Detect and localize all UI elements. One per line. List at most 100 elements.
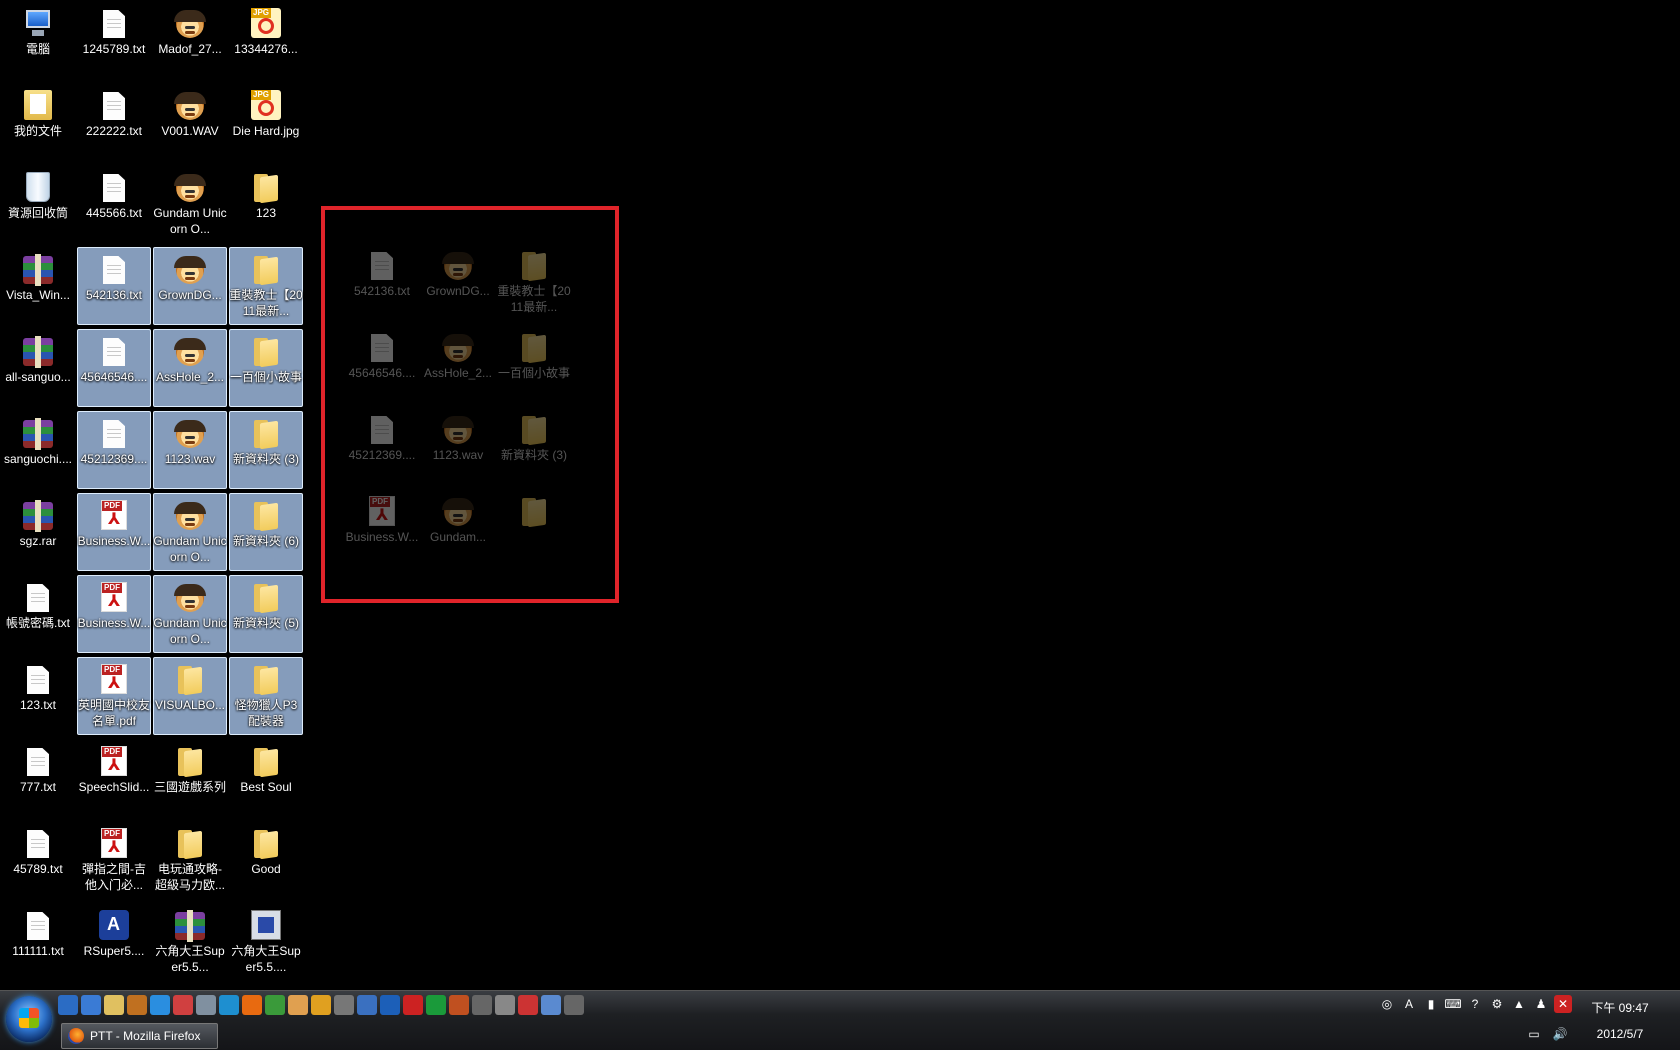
desktop-icon[interactable]: 13344276... — [229, 1, 303, 79]
help-icon[interactable]: ? — [1466, 995, 1484, 1013]
desktop-icon[interactable]: SpeechSlid... — [77, 739, 151, 817]
media-icon[interactable] — [173, 995, 193, 1015]
desktop-icon[interactable]: 英明國中校友名單.pdf — [77, 657, 151, 735]
start-button[interactable] — [6, 996, 52, 1042]
desktop-icon[interactable]: sanguochi.... — [1, 411, 75, 489]
game-icon[interactable] — [127, 995, 147, 1015]
desktop-icon[interactable]: 123 — [229, 165, 303, 243]
desktop-icon[interactable]: 重裝教士【2011最新... — [229, 247, 303, 325]
desktop-icon[interactable]: Good — [229, 821, 303, 899]
desktop-icon[interactable]: 45212369.... — [77, 411, 151, 489]
desktop-icon[interactable]: 電腦 — [1, 1, 75, 79]
desktop-icon[interactable]: Die Hard.jpg — [229, 83, 303, 161]
desktop-icon[interactable]: 777.txt — [1, 739, 75, 817]
desktop-icon[interactable]: 新資料夾 (3) — [229, 411, 303, 489]
desktop-icon[interactable]: 45789.txt — [1, 821, 75, 899]
desktop-icon[interactable]: 222222.txt — [77, 83, 151, 161]
desktop-icon[interactable]: 我的文件 — [1, 83, 75, 161]
font-a-icon[interactable]: A — [1400, 995, 1418, 1013]
desktop-icon[interactable]: 資源回收筒 — [1, 165, 75, 243]
expand-icon[interactable]: ▲ — [1510, 995, 1528, 1013]
desktop-icon[interactable]: 111111.txt — [1, 903, 75, 981]
desktop-icon[interactable]: 三國遊戲系列 — [153, 739, 227, 817]
ie-icon[interactable] — [219, 995, 239, 1015]
file-icon[interactable] — [541, 995, 561, 1015]
ghost-icon[interactable] — [495, 995, 515, 1015]
user-icon[interactable]: ♟ — [1532, 995, 1550, 1013]
chrome-icon[interactable] — [265, 995, 285, 1015]
wav-file-icon — [174, 10, 206, 38]
desktop-icon[interactable]: Vista_Win... — [1, 247, 75, 325]
folder-file-icon — [176, 746, 204, 776]
folder-file-icon — [252, 418, 280, 448]
h-icon[interactable] — [426, 995, 446, 1015]
desktop-icon[interactable]: Business.W... — [77, 575, 151, 653]
keyboard-icon[interactable]: ⌨ — [1444, 995, 1462, 1013]
desktop-icon[interactable]: 123.txt — [1, 657, 75, 735]
txt-file-icon — [371, 334, 393, 362]
desktop-icon[interactable]: Business.W... — [77, 493, 151, 571]
desktop-icon[interactable]: Gundam Unicorn O... — [153, 165, 227, 243]
clock[interactable]: 下午 09:47 2012/5/7 — [1570, 995, 1670, 1047]
lang-icon[interactable]: ◎ — [1378, 995, 1396, 1013]
drag-selection-highlight: 542136.txt GrownDG... 重裝教士【2011最新... 456465… — [321, 206, 619, 603]
disc-icon[interactable] — [196, 995, 216, 1015]
network-icon[interactable] — [472, 995, 492, 1015]
notepad-icon[interactable] — [81, 995, 101, 1015]
desktop-icon[interactable]: Madof_27... — [153, 1, 227, 79]
desktop-icon[interactable]: 彈指之間-吉他入门必... — [77, 821, 151, 899]
chat-icon[interactable] — [357, 995, 377, 1015]
desktop-icon[interactable]: 1123.wav — [153, 411, 227, 489]
desktop-icon[interactable]: VISUALBO... — [153, 657, 227, 735]
firefox-icon[interactable] — [242, 995, 262, 1015]
desktop-icon-label: 45646546.... — [348, 366, 416, 380]
desktop-icon[interactable]: 六角大王Super5.5... — [153, 903, 227, 981]
txt-file-icon — [103, 338, 125, 366]
desktop-icon[interactable]: 1245789.txt — [77, 1, 151, 79]
desktop-icon[interactable]: GrownDG... — [153, 247, 227, 325]
settings-icon[interactable] — [564, 995, 584, 1015]
windows-logo-icon — [19, 1008, 39, 1028]
filezilla-icon[interactable] — [403, 995, 423, 1015]
taskbar-window-button[interactable]: PTT - Mozilla Firefox — [61, 1023, 218, 1049]
network-icon[interactable]: ▭ — [1525, 1025, 1543, 1043]
folder-file-icon — [520, 496, 548, 526]
volume-icon[interactable]: 🔊 — [1551, 1025, 1569, 1043]
show-desktop-icon[interactable] — [58, 995, 78, 1015]
options-icon[interactable]: ⚙ — [1488, 995, 1506, 1013]
desktop-icon[interactable]: 45646546.... — [77, 329, 151, 407]
download-icon[interactable] — [380, 995, 400, 1015]
desktop-icon[interactable]: 帳號密碼.txt — [1, 575, 75, 653]
player-icon[interactable] — [311, 995, 331, 1015]
desktop-icon-label: 45212369.... — [348, 448, 416, 462]
movie-icon[interactable] — [334, 995, 354, 1015]
documents-icon[interactable] — [104, 995, 124, 1015]
panel-icon[interactable]: ▮ — [1422, 995, 1440, 1013]
desktop-icon[interactable]: 新資料夾 (5) — [229, 575, 303, 653]
desktop-icon[interactable]: 445566.txt — [77, 165, 151, 243]
desktop-icon[interactable]: AssHole_2... — [153, 329, 227, 407]
desktop[interactable]: 電腦 1245789.txt Madof_27... 13344276... 我的文件 2… — [0, 0, 1680, 990]
avatar-icon[interactable] — [288, 995, 308, 1015]
tool-icon[interactable] — [449, 995, 469, 1015]
desktop-icon: 1123.wav — [421, 407, 495, 485]
desktop-icon[interactable]: sgz.rar — [1, 493, 75, 571]
desktop-icon[interactable]: 542136.txt — [77, 247, 151, 325]
desktop-icon-label: all-sanguo... — [5, 370, 71, 384]
thunder-icon[interactable] — [150, 995, 170, 1015]
desktop-icon[interactable]: 怪物獵人P3配裝器 — [229, 657, 303, 735]
desktop-icon[interactable]: all-sanguo... — [1, 329, 75, 407]
txt-file-icon — [103, 174, 125, 202]
desktop-icon[interactable]: Gundam Unicorn O... — [153, 575, 227, 653]
desktop-icon[interactable]: 新資料夾 (6) — [229, 493, 303, 571]
desktop-icon[interactable]: Gundam Unicorn O... — [153, 493, 227, 571]
desktop-icon[interactable]: V001.WAV — [153, 83, 227, 161]
desktop-icon[interactable]: RSuper5.... — [77, 903, 151, 981]
fire-icon[interactable] — [518, 995, 538, 1015]
desktop-icon[interactable]: 电玩通攻略-超級马力欧... — [153, 821, 227, 899]
desktop-icon[interactable]: 六角大王Super5.5.... — [229, 903, 303, 981]
desktop-icon[interactable]: 一百個小故事 — [229, 329, 303, 407]
desktop-icon[interactable]: Best Soul — [229, 739, 303, 817]
rar-file-icon — [175, 910, 205, 942]
rar-file-icon — [23, 254, 53, 286]
